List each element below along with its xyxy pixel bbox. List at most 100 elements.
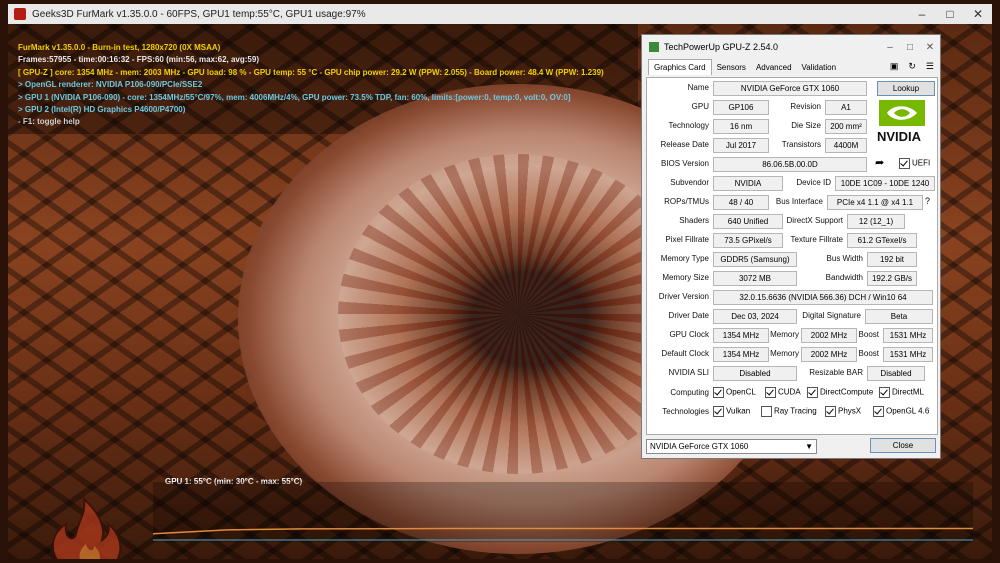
directcompute-checkbox[interactable]: DirectCompute: [807, 387, 873, 398]
rops-label: ROPs/TMUs: [664, 197, 709, 206]
default-clock-label: Default Clock: [661, 349, 709, 358]
refresh-icon[interactable]: ↻: [908, 61, 916, 72]
bandwidth-value: 192.2 GB/s: [867, 271, 917, 286]
hud-text-overlay: FurMark v1.35.0.0 - Burn-in test, 1280x7…: [18, 42, 604, 129]
lookup-button[interactable]: Lookup: [877, 81, 935, 96]
technology-value: 16 nm: [713, 119, 769, 134]
bus-interface-value: PCIe x4 1.1 @ x4 1.1: [827, 195, 923, 210]
tab-validation[interactable]: Validation: [797, 60, 842, 75]
directml-checkbox[interactable]: DirectML: [879, 387, 924, 398]
gpuz-window-title: TechPowerUp GPU-Z 2.54.0: [664, 42, 779, 52]
bus-width-value: 192 bit: [867, 252, 917, 267]
opengl-checkbox[interactable]: OpenGL 4.6: [873, 406, 929, 417]
gpuz-footer: NVIDIA GeForce GTX 1060 ▼ Close: [646, 437, 936, 455]
driver-version-label: Driver Version: [658, 292, 709, 301]
driver-version-value: 32.0.15.6636 (NVIDIA 566.36) DCH / Win10…: [713, 290, 933, 305]
hud-line-gpu1: > GPU 1 (NVIDIA P106-090) - core: 1354MH…: [18, 92, 571, 102]
hud-line-gpu2: > GPU 2 (Intel(R) HD Graphics P4600/P470…: [18, 104, 186, 114]
tab-sensors[interactable]: Sensors: [712, 60, 751, 75]
digital-signature-label: Digital Signature: [802, 311, 861, 320]
gpuz-titlebar: TechPowerUp GPU-Z 2.54.0 – □ ✕: [642, 35, 940, 59]
bus-interface-label: Bus Interface: [775, 197, 823, 206]
close-icon[interactable]: ✕: [964, 7, 992, 21]
opencl-checkbox[interactable]: OpenCL: [713, 387, 756, 398]
hud-line-frames: Frames:57955 - time:00:16:32 - FPS:60 (m…: [18, 55, 259, 65]
device-id-value: 10DE 1C09 - 10DE 1240: [835, 176, 935, 191]
share-icon[interactable]: ➦: [875, 156, 884, 169]
release-date-value: Jul 2017: [713, 138, 769, 153]
gpu-clock-label: GPU Clock: [669, 330, 709, 339]
close-icon[interactable]: ✕: [920, 42, 940, 53]
tab-graphics-card[interactable]: Graphics Card: [648, 59, 712, 75]
shaders-label: Shaders: [679, 216, 709, 225]
transistors-value: 4400M: [825, 138, 867, 153]
furmark-window-title: Geeks3D FurMark v1.35.0.0 - 60FPS, GPU1 …: [32, 8, 366, 20]
physx-checkbox[interactable]: PhysX: [825, 406, 861, 417]
default-memory-label: Memory: [770, 349, 799, 358]
default-memory-value: 2002 MHz: [801, 347, 857, 362]
gpuz-window: TechPowerUp GPU-Z 2.54.0 – □ ✕ Graphics …: [641, 34, 941, 459]
maximize-icon[interactable]: □: [936, 7, 964, 21]
bus-width-label: Bus Width: [826, 254, 863, 263]
bandwidth-label: Bandwidth: [825, 273, 863, 282]
resizable-bar-value: Disabled: [867, 366, 925, 381]
pixel-fillrate-label: Pixel Fillrate: [665, 235, 709, 244]
gpu-value: GP106: [713, 100, 769, 115]
directx-value: 12 (12_1): [847, 214, 905, 229]
texture-fillrate-label: Texture Fillrate: [790, 235, 843, 244]
hud-line-renderer: > OpenGL renderer: NVIDIA P106-090/PCIe/…: [18, 80, 203, 90]
gpu-boost-value: 1531 MHz: [883, 328, 933, 343]
pixel-fillrate-value: 73.5 GPixel/s: [713, 233, 783, 248]
die-size-label: Die Size: [791, 121, 821, 130]
nvidia-logo-text: NVIDIA: [877, 129, 922, 144]
memory-type-label: Memory Type: [660, 254, 709, 263]
subvendor-label: Subvendor: [670, 178, 709, 187]
gpu-clock-value: 1354 MHz: [713, 328, 769, 343]
tab-advanced[interactable]: Advanced: [751, 60, 797, 75]
driver-date-value: Dec 03, 2024: [713, 309, 797, 324]
vulkan-checkbox[interactable]: Vulkan: [713, 406, 750, 417]
texture-fillrate-value: 61.2 GTexel/s: [847, 233, 917, 248]
technology-label: Technology: [668, 121, 709, 130]
transistors-label: Transistors: [781, 140, 821, 149]
uefi-checkbox[interactable]: UEFI: [899, 158, 930, 169]
minimize-icon[interactable]: –: [880, 42, 900, 53]
nvidia-sli-value: Disabled: [713, 366, 797, 381]
name-value: NVIDIA GeForce GTX 1060: [713, 81, 867, 96]
gpu-label: GPU: [691, 102, 709, 111]
die-size-value: 200 mm²: [825, 119, 867, 134]
cuda-checkbox[interactable]: CUDA: [765, 387, 801, 398]
resizable-bar-label: Resizable BAR: [809, 368, 863, 377]
revision-value: A1: [825, 100, 867, 115]
memory-type-value: GDDR5 (Samsung): [713, 252, 797, 267]
close-button[interactable]: Close: [870, 438, 936, 453]
gpuz-app-icon: [649, 42, 659, 52]
minimize-icon[interactable]: –: [908, 7, 936, 21]
gpuz-toolbar: ▣ ↻ ☰: [890, 61, 934, 72]
temperature-graph: [153, 482, 973, 542]
memory-size-value: 3072 MB: [713, 271, 797, 286]
graphics-card-panel: Name NVIDIA GeForce GTX 1060 Lookup GPU …: [646, 77, 938, 435]
gpuz-tabbar: Graphics Card Sensors Advanced Validatio…: [642, 59, 940, 75]
rops-value: 48 / 40: [713, 195, 769, 210]
device-id-label: Device ID: [796, 178, 831, 187]
nvidia-eye-icon: [879, 100, 925, 126]
default-boost-value: 1531 MHz: [883, 347, 933, 362]
gpu-select-value: NVIDIA GeForce GTX 1060: [650, 442, 749, 451]
memory-size-label: Memory Size: [662, 273, 709, 282]
digital-signature-value: Beta: [865, 309, 933, 324]
shaders-value: 640 Unified: [713, 214, 783, 229]
bios-label: BIOS Version: [660, 159, 709, 168]
directx-label: DirectX Support: [786, 216, 843, 225]
camera-icon[interactable]: ▣: [890, 61, 899, 72]
gpu-select[interactable]: NVIDIA GeForce GTX 1060 ▼: [646, 439, 817, 454]
subvendor-value: NVIDIA: [713, 176, 783, 191]
name-label: Name: [687, 83, 709, 92]
nvidia-sli-label: NVIDIA SLI: [668, 368, 709, 377]
ray-tracing-checkbox[interactable]: Ray Tracing: [761, 406, 817, 417]
maximize-icon[interactable]: □: [900, 42, 920, 53]
technologies-label: Technologies: [662, 407, 709, 416]
bus-help-icon[interactable]: ?: [925, 196, 930, 206]
default-boost-label: Boost: [858, 349, 879, 358]
menu-icon[interactable]: ☰: [926, 61, 934, 72]
